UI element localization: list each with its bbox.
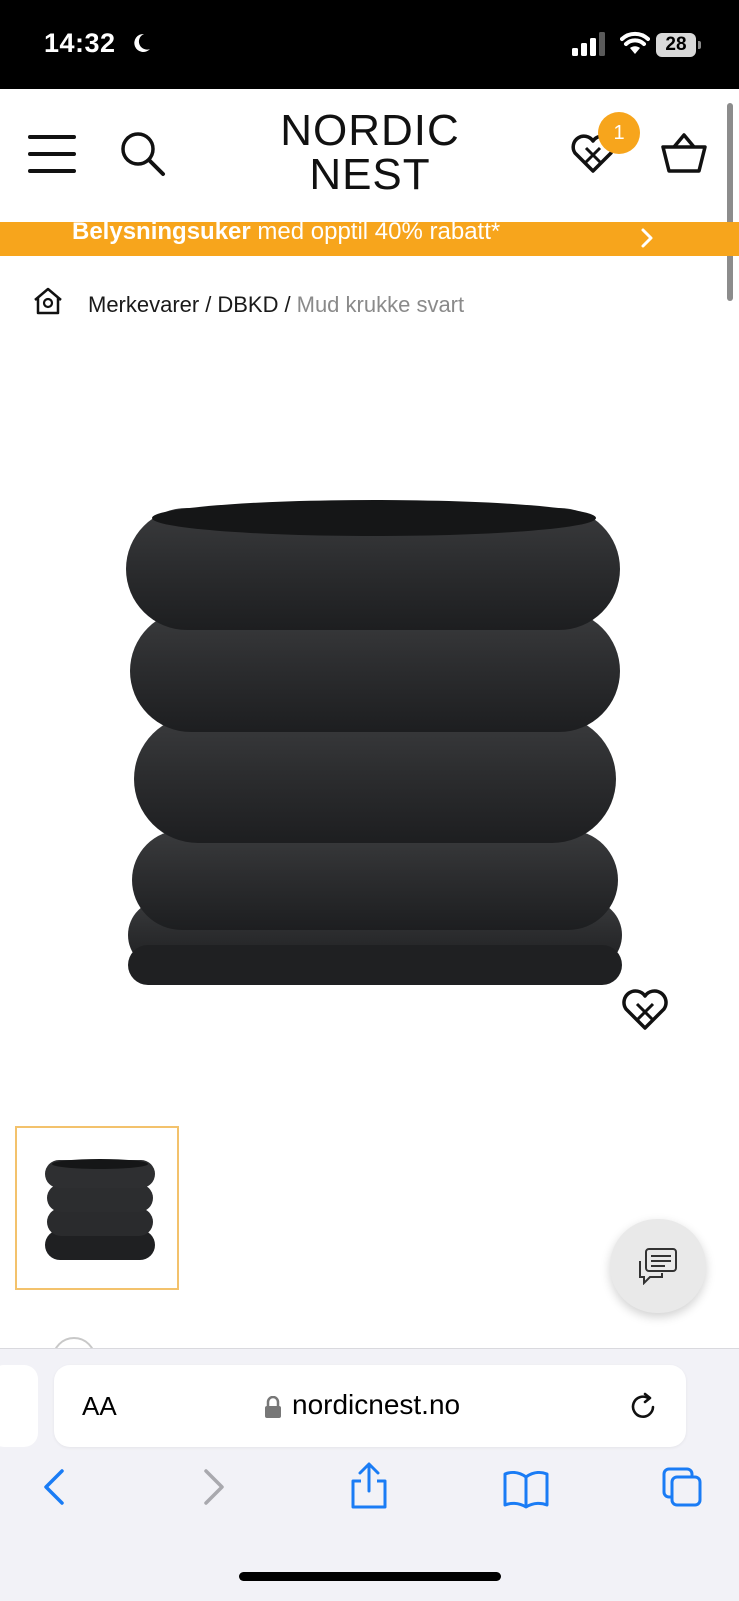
product-thumbnail[interactable]	[15, 1126, 179, 1290]
promo-banner[interactable]: Belysningsuker med opptil 40% rabatt*	[0, 222, 739, 256]
wifi-icon	[620, 31, 650, 54]
tabs-icon[interactable]	[660, 1465, 704, 1509]
add-to-wishlist-icon[interactable]	[620, 988, 670, 1032]
lock-icon	[265, 1396, 281, 1418]
chat-button[interactable]	[610, 1219, 706, 1313]
chat-icon	[639, 1248, 677, 1285]
status-time: 14:32	[44, 28, 116, 58]
page-scrollbar[interactable]	[727, 103, 733, 301]
share-icon[interactable]	[348, 1461, 390, 1511]
logo-line-2: NEST	[309, 150, 431, 199]
browser-toolbar: AA nordicnest.no	[0, 1348, 739, 1601]
site-header: NORDIC NEST 1	[0, 89, 739, 222]
moon-icon	[134, 33, 150, 52]
wishlist-count-badge: 1	[598, 112, 640, 154]
site-logo[interactable]: NORDIC NEST	[260, 109, 480, 197]
previous-tab-preview[interactable]	[0, 1365, 38, 1447]
promo-text: Belysningsuker med opptil 40% rabatt*	[72, 222, 500, 246]
status-bar: 14:32 28	[0, 0, 739, 89]
product-image[interactable]	[120, 490, 630, 985]
forward-icon[interactable]	[198, 1467, 228, 1507]
search-icon[interactable]	[118, 129, 168, 179]
reader-options-button[interactable]: AA	[82, 1391, 117, 1422]
breadcrumb-item-merkevarer[interactable]: Merkevarer	[88, 292, 199, 317]
breadcrumb-current: Mud krukke svart	[296, 292, 465, 317]
signal-icon	[572, 32, 605, 56]
promo-bold: Belysningsuker	[72, 222, 251, 245]
breadcrumb-separator: /	[284, 292, 291, 317]
chevron-right-icon	[641, 228, 653, 248]
aa-label: AA	[82, 1391, 117, 1421]
breadcrumb-item-dbkd[interactable]: DBKD	[217, 292, 278, 317]
home-icon[interactable]	[32, 286, 64, 316]
thumbnail-image	[45, 1159, 155, 1260]
back-icon[interactable]	[40, 1467, 70, 1507]
address-bar[interactable]: AA nordicnest.no	[54, 1365, 686, 1447]
logo-line-1: NORDIC	[280, 106, 460, 155]
breadcrumb: Merkevarer / DBKD / Mud krukke svart	[0, 282, 739, 332]
basket-icon[interactable]	[660, 131, 708, 177]
breadcrumb-separator: /	[205, 292, 212, 317]
battery-icon: 28	[656, 33, 696, 57]
battery-tip	[698, 41, 701, 49]
bookmarks-icon[interactable]	[502, 1469, 550, 1509]
reload-icon[interactable]	[628, 1391, 660, 1423]
url-host: nordicnest.no	[292, 1389, 461, 1420]
promo-rest: med opptil 40% rabatt*	[250, 222, 501, 245]
home-indicator[interactable]	[239, 1572, 501, 1581]
breadcrumb-path: Merkevarer / DBKD / Mud krukke svart	[88, 292, 464, 318]
menu-icon[interactable]	[28, 133, 76, 175]
